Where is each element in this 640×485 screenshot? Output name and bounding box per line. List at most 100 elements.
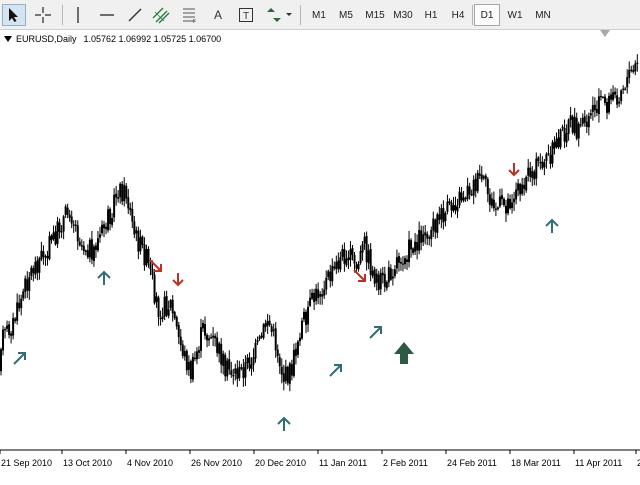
timeframe-mn-button[interactable]: MN — [530, 4, 556, 26]
candle-body — [553, 141, 556, 149]
candle-body — [537, 157, 540, 162]
candle-body — [103, 224, 106, 229]
candle-body — [32, 268, 35, 274]
ohlc-values: 1.05762 1.06992 1.05725 1.06700 — [83, 34, 222, 44]
candle-body — [432, 218, 435, 231]
dropdown-triangle-icon[interactable] — [4, 36, 12, 42]
toolbar-separator — [300, 5, 301, 25]
timeframe-m1-button[interactable]: M1 — [306, 4, 332, 26]
candle-body — [404, 258, 406, 265]
candle-body — [72, 224, 75, 226]
candle-body — [505, 205, 507, 214]
candle-body — [40, 250, 43, 260]
price-chart[interactable]: 21 Sep 2010 13 Oct 2010 4 Nov 2010 26 Nov 2… — [0, 30, 640, 480]
candle-body — [105, 226, 108, 230]
candle-body — [22, 291, 25, 299]
candle-body — [171, 299, 174, 314]
candle-body — [185, 350, 188, 371]
candle-body — [488, 194, 491, 205]
candle-body — [270, 326, 273, 333]
timeframe-m30-button[interactable]: M30 — [390, 4, 416, 26]
arrows-tool-button[interactable] — [262, 4, 294, 26]
vertical-line-icon — [77, 7, 79, 23]
candle-body — [300, 320, 303, 339]
chart-toolbar: F A T M1 M5 M15 M30 H1 H4 D1 W1 MN — [0, 0, 640, 30]
candle-body — [589, 113, 592, 116]
text-tool-button[interactable]: A — [208, 4, 228, 26]
timeframe-d1-button[interactable]: D1 — [474, 4, 500, 26]
candle-body — [561, 126, 564, 129]
candle-body — [155, 296, 158, 302]
candle-body — [123, 185, 126, 201]
candle-body — [498, 196, 501, 207]
candle-body — [606, 102, 608, 113]
time-axis-label: 11 Apr 2011 — [575, 458, 622, 468]
text-label-button[interactable]: T — [236, 4, 256, 26]
candle-body — [601, 96, 604, 99]
candle-body — [117, 197, 120, 199]
candle-body — [4, 329, 7, 331]
candle-body — [373, 269, 376, 284]
timeframe-h1-button[interactable]: H1 — [418, 4, 444, 26]
candle-body — [109, 208, 112, 224]
fibonacci-button[interactable]: F — [178, 4, 202, 26]
candle-body — [500, 195, 503, 200]
candle-body — [478, 173, 481, 176]
timeframe-h4-button[interactable]: H4 — [445, 4, 471, 26]
candlestick-chart[interactable]: 21 Sep 2010 13 Oct 2010 4 Nov 2010 26 Nov 2… — [0, 30, 640, 480]
candle-body — [541, 161, 544, 169]
candle-body — [195, 351, 198, 360]
candle-body — [323, 289, 326, 296]
candle-body — [529, 167, 532, 177]
candle-body — [125, 185, 128, 199]
candle-body — [509, 199, 512, 209]
candle-body — [399, 261, 402, 264]
candle-body — [288, 363, 291, 384]
candle-body — [527, 167, 530, 176]
candle-body — [579, 124, 582, 126]
cursor-tool-button[interactable] — [2, 4, 26, 26]
candle-body — [458, 191, 461, 206]
candle-body — [389, 268, 392, 280]
timeframe-m15-button[interactable]: M15 — [362, 4, 388, 26]
timeframe-w1-button[interactable]: W1 — [502, 4, 528, 26]
candle-body — [131, 209, 134, 222]
candle-body — [236, 368, 239, 380]
horizontal-line-button[interactable] — [96, 4, 118, 26]
candle-body — [410, 240, 413, 250]
time-axis-label: 24 Feb 2011 — [447, 458, 497, 468]
candle-body — [620, 90, 623, 102]
candle-body — [557, 137, 560, 148]
candle-body — [274, 328, 277, 351]
candle-body — [519, 184, 522, 195]
candle-body — [418, 229, 421, 251]
time-axis-label: 21 Sep 2010 — [1, 458, 52, 468]
candle-body — [430, 229, 433, 240]
candle-body — [141, 236, 144, 245]
candle-body — [585, 121, 588, 127]
candle-body — [107, 209, 110, 231]
candle-body — [191, 356, 194, 380]
candle-body — [462, 197, 465, 201]
candle-body — [250, 364, 253, 370]
candle-body — [335, 261, 338, 270]
trendline-button[interactable] — [124, 4, 146, 26]
candle-body — [145, 249, 148, 266]
candle-body — [163, 296, 166, 317]
equidistant-channel-button[interactable] — [150, 4, 172, 26]
chart-shift-marker-icon[interactable] — [600, 30, 610, 38]
candle-body — [385, 282, 388, 289]
candle-body — [137, 230, 140, 252]
candle-body — [371, 270, 374, 276]
candle-body — [181, 344, 184, 356]
candle-body — [60, 231, 63, 233]
timeframe-m5-button[interactable]: M5 — [333, 4, 359, 26]
candle-body — [612, 92, 615, 100]
candle-body — [206, 335, 209, 341]
candle-body — [456, 206, 459, 212]
crosshair-tool-button[interactable] — [30, 4, 56, 26]
candle-body — [18, 302, 21, 309]
candle-body — [24, 278, 27, 292]
time-axis-label: 11 Jan 2011 — [319, 458, 367, 468]
vertical-line-button[interactable] — [68, 4, 88, 26]
